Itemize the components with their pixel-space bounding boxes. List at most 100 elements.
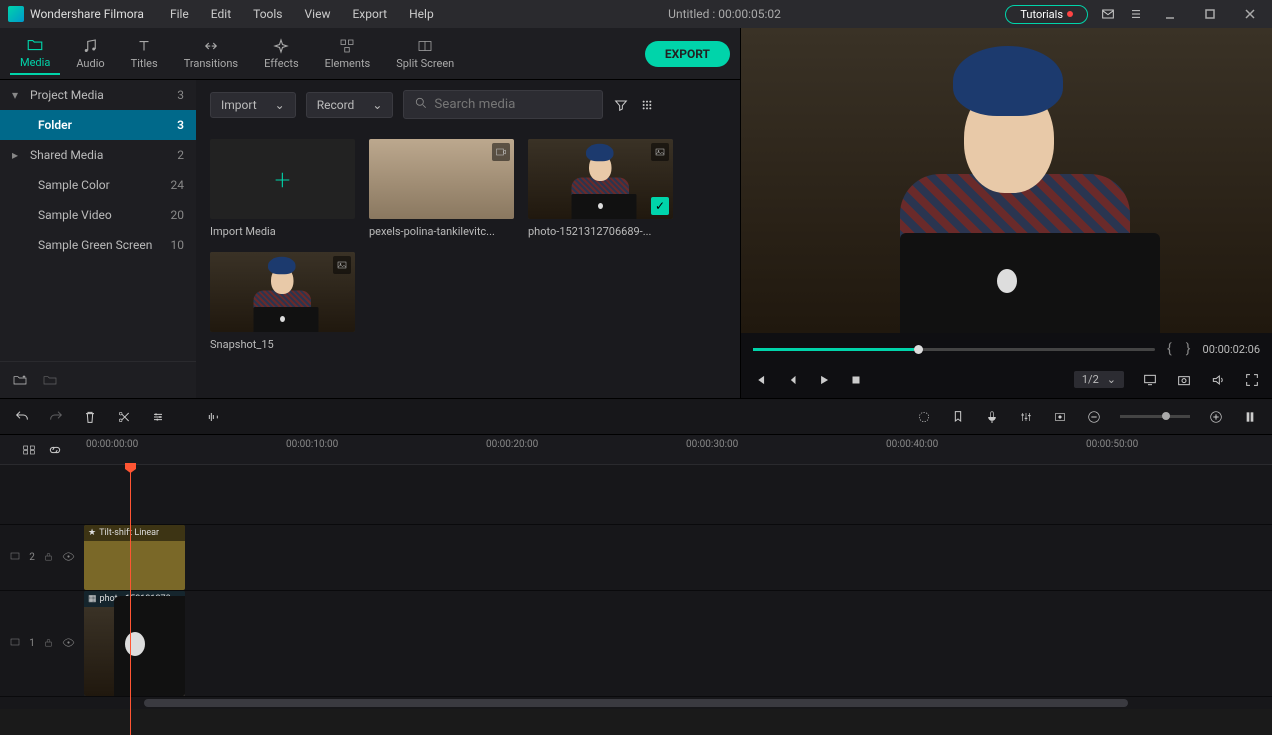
track-body[interactable]: ▦photo-152131270	[84, 591, 1272, 696]
split-icon[interactable]	[116, 409, 132, 425]
zoom-out-icon[interactable]	[1086, 409, 1102, 425]
mark-in-button[interactable]: {	[1165, 341, 1174, 357]
minimize-button[interactable]	[1156, 4, 1184, 24]
undo-icon[interactable]	[14, 409, 30, 425]
mail-icon[interactable]	[1100, 6, 1116, 22]
sidebar-item-count: 24	[171, 178, 185, 192]
keyframe-icon[interactable]	[1052, 409, 1068, 425]
tab-transitions[interactable]: Transitions	[174, 33, 248, 74]
tab-effects[interactable]: Effects	[254, 33, 309, 74]
track-manager-icon[interactable]	[21, 442, 37, 458]
chevron-down-icon: ⌄	[372, 98, 382, 112]
dropdown-label: Record	[317, 98, 355, 112]
new-folder-icon[interactable]	[12, 372, 28, 388]
eye-icon[interactable]	[62, 550, 75, 566]
search-field[interactable]	[434, 97, 592, 112]
mark-out-button[interactable]: }	[1184, 341, 1193, 357]
volume-icon[interactable]	[1210, 372, 1226, 388]
export-button[interactable]: EXPORT	[645, 41, 730, 67]
video-badge-icon	[492, 143, 510, 161]
progress-bar[interactable]	[753, 348, 1155, 351]
playhead[interactable]	[130, 465, 131, 735]
snapshot-icon[interactable]	[1176, 372, 1192, 388]
track-body[interactable]: ★Tilt-shift Linear	[84, 525, 1272, 590]
marker-icon[interactable]	[950, 409, 966, 425]
ruler-tick: 00:00:30:00	[686, 439, 738, 450]
filter-icon[interactable]	[613, 97, 629, 113]
media-thumb[interactable]: Snapshot_15	[210, 252, 355, 351]
step-back-button[interactable]	[785, 373, 799, 387]
tab-elements[interactable]: Elements	[315, 33, 381, 74]
zoom-in-icon[interactable]	[1208, 409, 1224, 425]
menu-tools[interactable]: Tools	[243, 3, 292, 25]
delete-folder-icon[interactable]	[42, 372, 58, 388]
thumb-label: Import Media	[210, 225, 355, 238]
effect-clip[interactable]: ★Tilt-shift Linear	[84, 525, 185, 590]
tab-label: Split Screen	[396, 57, 454, 70]
tab-label: Transitions	[184, 57, 238, 70]
zoom-slider[interactable]	[1120, 415, 1190, 418]
play-button[interactable]	[817, 373, 831, 387]
text-icon	[135, 37, 153, 55]
redo-icon[interactable]	[48, 409, 64, 425]
timeline-scrollbar[interactable]	[0, 697, 1272, 709]
record-dropdown[interactable]: Record ⌄	[306, 92, 394, 118]
sidebar-item-sample-color[interactable]: Sample Color 24	[0, 170, 196, 200]
delete-icon[interactable]	[82, 409, 98, 425]
grid-view-icon[interactable]	[639, 97, 655, 113]
eye-icon[interactable]	[62, 636, 75, 652]
display-icon[interactable]	[1142, 372, 1158, 388]
list-icon[interactable]	[1128, 6, 1144, 22]
tab-label: Elements	[325, 57, 371, 70]
tab-split-screen[interactable]: Split Screen	[386, 33, 464, 74]
sidebar-item-folder[interactable]: Folder 3	[0, 110, 196, 140]
close-button[interactable]	[1236, 4, 1264, 24]
scrollbar-thumb[interactable]	[144, 699, 1128, 707]
import-media-card[interactable]: + Import Media	[210, 139, 355, 238]
lock-icon[interactable]	[43, 637, 54, 651]
preview-quality-dropdown[interactable]: 1/2 ⌄	[1074, 371, 1124, 388]
track-head: 1	[0, 591, 84, 696]
sidebar-item-shared-media[interactable]: ▸ Shared Media 2	[0, 140, 196, 170]
progress-handle[interactable]	[914, 345, 923, 354]
chevron-down-icon: ⌄	[1107, 373, 1116, 386]
media-browser: Import ⌄ Record ⌄ +	[196, 80, 740, 398]
star-icon: ★	[88, 528, 96, 538]
search-input[interactable]	[403, 90, 603, 119]
tab-audio[interactable]: Audio	[66, 33, 114, 74]
menu-view[interactable]: View	[295, 3, 341, 25]
audio-mixer-icon[interactable]	[1018, 409, 1034, 425]
tab-media[interactable]: Media	[10, 32, 60, 75]
timeline-ruler[interactable]: 00:00:00:00 00:00:10:00 00:00:20:00 00:0…	[84, 435, 1272, 464]
sidebar-item-count: 3	[177, 118, 184, 132]
render-icon[interactable]	[916, 409, 932, 425]
menu-edit[interactable]: Edit	[201, 3, 241, 25]
sidebar-item-count: 20	[171, 208, 185, 222]
prev-frame-button[interactable]	[753, 373, 767, 387]
link-icon[interactable]	[47, 442, 63, 458]
lock-icon[interactable]	[43, 551, 54, 565]
fullscreen-icon[interactable]	[1244, 372, 1260, 388]
voiceover-icon[interactable]	[984, 409, 1000, 425]
stop-button[interactable]	[849, 373, 863, 387]
menu-help[interactable]: Help	[399, 3, 444, 25]
media-sidebar: ▾ Project Media 3 Folder 3 ▸ Shared Medi…	[0, 80, 196, 398]
sidebar-item-sample-green-screen[interactable]: Sample Green Screen 10	[0, 230, 196, 260]
sidebar-item-project-media[interactable]: ▾ Project Media 3	[0, 80, 196, 110]
media-thumb[interactable]: pexels-polina-tankilevitc...	[369, 139, 514, 238]
tutorials-button[interactable]: Tutorials	[1005, 5, 1088, 24]
menu-file[interactable]: File	[160, 3, 199, 25]
video-clip[interactable]: ▦photo-152131270	[84, 591, 185, 696]
adjust-icon[interactable]	[150, 409, 166, 425]
zoom-fit-icon[interactable]	[1242, 409, 1258, 425]
sidebar-item-count: 10	[171, 238, 185, 252]
import-dropdown[interactable]: Import ⌄	[210, 92, 296, 118]
media-thumb[interactable]: ✓ photo-1521312706689-...	[528, 139, 673, 238]
maximize-button[interactable]	[1196, 4, 1224, 24]
preview-video[interactable]	[741, 28, 1272, 333]
audio-wave-icon[interactable]	[204, 409, 220, 425]
tab-titles[interactable]: Titles	[121, 33, 168, 74]
sidebar-item-label: Sample Green Screen	[32, 238, 171, 252]
menu-export[interactable]: Export	[342, 3, 397, 25]
sidebar-item-sample-video[interactable]: Sample Video 20	[0, 200, 196, 230]
